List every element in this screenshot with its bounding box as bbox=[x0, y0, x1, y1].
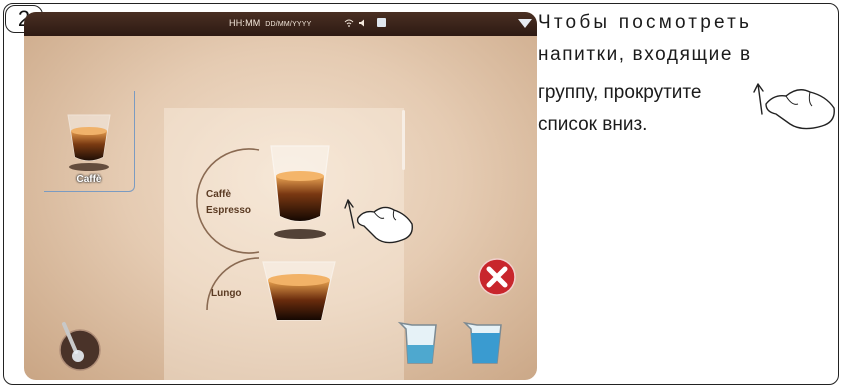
status-date: DD/MM/YYYY bbox=[265, 21, 312, 28]
drink-item-label-line1: Caffè bbox=[206, 189, 232, 200]
lungo-glass-icon bbox=[262, 261, 336, 321]
drink-group-label: Caffè bbox=[76, 174, 102, 185]
scroll-hand-icon bbox=[753, 83, 835, 130]
espresso-cup-icon bbox=[67, 114, 111, 171]
drink-item-label-line1: Lungo bbox=[211, 288, 242, 299]
printer-icon bbox=[377, 18, 386, 27]
status-datetime: HH:MM DD/MM/YYYY bbox=[229, 18, 312, 28]
speaker-icon bbox=[359, 19, 364, 27]
drink-item-label-line2: Espresso bbox=[206, 205, 252, 216]
steam-wand-button[interactable] bbox=[56, 318, 104, 374]
water-pitcher-button[interactable] bbox=[461, 317, 509, 367]
wifi-icon bbox=[344, 19, 354, 27]
hot-water-pitcher-button[interactable] bbox=[396, 317, 444, 367]
status-time: HH:MM bbox=[229, 18, 261, 28]
drink-item-label: Lungo bbox=[211, 286, 242, 302]
instruction-line-1: Чтобы посмотреть bbox=[538, 12, 753, 33]
dropdown-arrow-icon[interactable] bbox=[517, 18, 533, 30]
scrollbar[interactable] bbox=[402, 110, 405, 170]
instruction-line-2: напитки, входящие в bbox=[538, 44, 752, 65]
espresso-glass-icon bbox=[270, 145, 330, 239]
cancel-button[interactable] bbox=[477, 257, 517, 297]
status-bar: HH:MM DD/MM/YYYY bbox=[24, 12, 537, 36]
pointing-hand-icon bbox=[344, 199, 413, 244]
device-screen: HH:MM DD/MM/YYYY Caffè Caffè Espresso Lu… bbox=[24, 12, 537, 380]
drink-group-tile-caffe[interactable]: Caffè bbox=[44, 91, 135, 192]
drink-item-label: Caffè Espresso bbox=[206, 187, 251, 219]
